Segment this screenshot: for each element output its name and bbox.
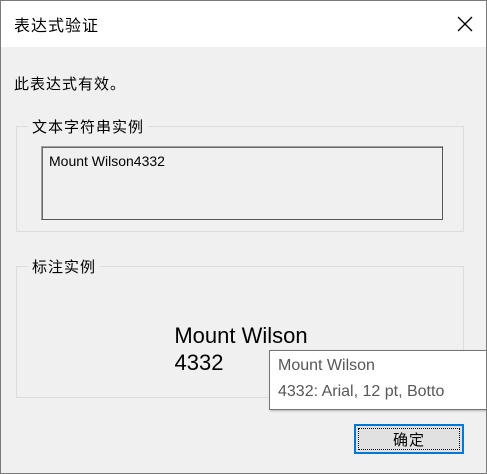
close-icon (457, 16, 473, 32)
close-button[interactable] (442, 1, 486, 47)
text-sample-group-label: 文本字符串实例 (28, 116, 149, 137)
label-sample-line1: Mount Wilson (174, 323, 308, 348)
label-sample-group-label: 标注实例 (28, 256, 101, 277)
text-sample-value: Mount Wilson4332 (49, 153, 165, 169)
label-tooltip: Mount Wilson 4332: Arial, 12 pt, Botto (269, 350, 486, 410)
tooltip-line1: Mount Wilson (278, 357, 375, 374)
ok-button[interactable]: 确定 (354, 424, 464, 454)
title-bar: 表达式验证 (1, 1, 486, 47)
focus-ring (358, 428, 460, 450)
window-title: 表达式验证 (14, 16, 100, 35)
text-sample-box: Mount Wilson4332 (41, 146, 443, 220)
validation-message: 此表达式有效。 (14, 75, 127, 93)
tooltip-line2: 4332: Arial, 12 pt, Botto (278, 383, 445, 400)
text-sample-group: 文本字符串实例 Mount Wilson4332 (16, 116, 464, 232)
expression-validation-dialog: 表达式验证 此表达式有效。 文本字符串实例 Mount Wilson4332 标… (0, 0, 487, 474)
